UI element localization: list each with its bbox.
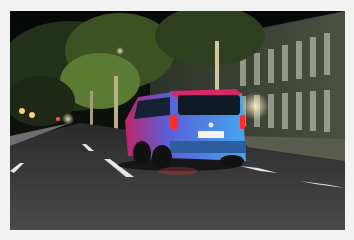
tail-light-reflection bbox=[158, 167, 198, 175]
van-bumper bbox=[170, 141, 246, 153]
van-wheel bbox=[220, 155, 244, 167]
van-tail-light bbox=[170, 115, 178, 129]
license-plate bbox=[198, 131, 224, 138]
street-light bbox=[19, 108, 25, 114]
street-light bbox=[116, 47, 124, 55]
van bbox=[125, 89, 246, 169]
street-light bbox=[62, 113, 74, 125]
street-scene-illustration bbox=[10, 11, 345, 230]
street-light bbox=[29, 112, 35, 118]
brand-logo bbox=[208, 122, 214, 128]
van-wheel bbox=[133, 141, 151, 165]
street-photo bbox=[10, 11, 345, 230]
image-frame bbox=[0, 0, 354, 240]
van-rear-window bbox=[178, 95, 240, 115]
street-light bbox=[241, 92, 269, 120]
van-wheel bbox=[152, 145, 172, 169]
tail-light-distant bbox=[56, 117, 60, 121]
van-tail-light bbox=[240, 115, 245, 129]
